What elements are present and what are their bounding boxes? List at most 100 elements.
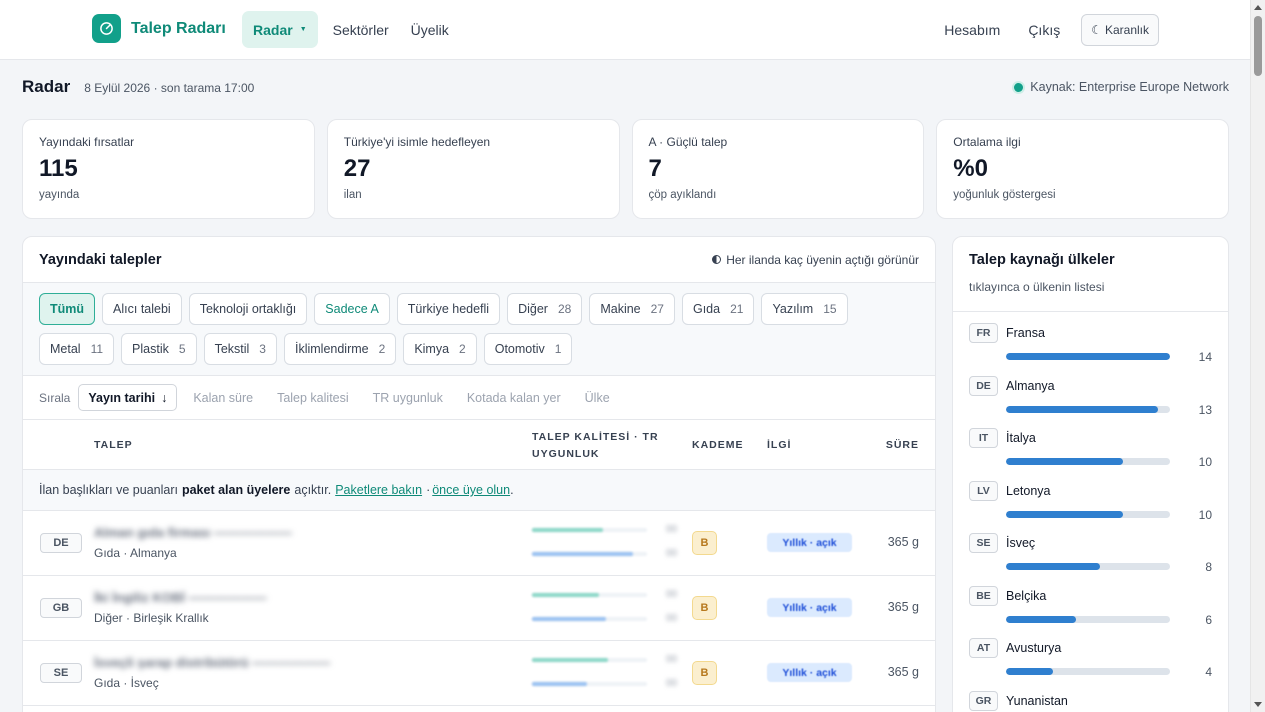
sort-active-label: Yayın tarihi (88, 390, 156, 405)
stat-card-strong: A · Güçlü talep 7 çöp ayıklandı (631, 119, 925, 219)
sort-option[interactable]: Talep kalitesi (265, 391, 361, 405)
filter-chip[interactable]: Türkiye hedefli (396, 293, 501, 325)
filter-chip[interactable]: Alıcı talebi (102, 293, 182, 325)
country-count: 8 (1205, 560, 1212, 574)
sort-option[interactable]: Kotada kalan yer (455, 391, 573, 405)
country-count: 10 (1198, 507, 1212, 522)
filter-chip-label: Plastik (132, 342, 169, 356)
column-header-quality[interactable]: TALEP KALİTESİ · TR UYGUNLUK (532, 429, 659, 463)
sort-option[interactable]: Ülke (573, 391, 622, 405)
filter-chip[interactable]: Metal 11 (39, 333, 115, 365)
filter-chip[interactable]: Kimya 2 (403, 333, 477, 365)
country-item[interactable]: BE Belçika 6 (953, 575, 1228, 628)
scroll-down-icon[interactable] (1254, 702, 1262, 707)
interest-badge: Yıllık · açık (767, 533, 852, 552)
column-header-talep[interactable]: TALEP (94, 439, 133, 451)
filter-chip[interactable]: Gıda 21 (681, 293, 755, 325)
sort-arrow-icon: ↓ (161, 390, 168, 405)
filter-chip[interactable]: Yazılım 15 (761, 293, 848, 325)
table-row[interactable]: GB İki İngiliz KOBİ —————— Diğer · Birleşi… (23, 576, 935, 641)
filter-chip[interactable]: Teknoloji ortaklığı (188, 293, 308, 325)
request-title[interactable]: İsveçli şarap distribütörü —————— (94, 655, 330, 670)
country-item[interactable]: DE Almanya 13 (953, 365, 1228, 418)
country-item[interactable]: AT Avusturya 4 (953, 627, 1228, 680)
request-meta: Gıda · Almanya (94, 546, 177, 560)
tier-badge: B (692, 596, 717, 620)
filter-chip[interactable]: Plastik 5 (121, 333, 197, 365)
filter-chip[interactable]: Otomotiv 1 (483, 333, 573, 365)
country-item[interactable]: FR Fransa 14 (953, 312, 1228, 365)
filter-chip[interactable]: Makine 27 (589, 293, 675, 325)
panel-note: Her ilanda kaç üyenin açtığı görünür (712, 253, 919, 267)
request-title[interactable]: Alman gıda firması —————— (94, 525, 292, 540)
panel-note-text: Her ilanda kaç üyenin açtığı görünür (726, 252, 919, 267)
country-item[interactable]: LV Letonya 10 (953, 470, 1228, 523)
score-value: 00 (666, 548, 678, 559)
tier-badge: B (692, 531, 717, 555)
country-item[interactable]: IT İtalya 10 (953, 417, 1228, 470)
stat-value: 7 (648, 155, 662, 182)
duration-value: 365 g (887, 535, 919, 549)
page-header: Radar 8 Eylül 2026 · son tarama 17:00 Ka… (22, 77, 1229, 97)
nav-radar[interactable]: Radar ▼ (242, 11, 318, 48)
sort-option[interactable]: TR uygunluk (361, 391, 455, 405)
stat-value: 115 (39, 155, 78, 182)
packages-link[interactable]: Paketlere bakın (335, 483, 422, 497)
quality-bar (532, 593, 599, 597)
table-row[interactable]: DE Alman gıda firması —————— Gıda · Almany… (23, 511, 935, 576)
filter-chip-label: Türkiye hedefli (407, 302, 490, 316)
country-item[interactable]: SE İsveç 8 (953, 522, 1228, 575)
filter-chip[interactable]: Sadece A (314, 293, 390, 325)
theme-toggle-button[interactable]: ☾ Karanlık (1081, 14, 1159, 46)
scroll-up-icon[interactable] (1254, 5, 1262, 10)
country-name: Fransa (1006, 326, 1045, 340)
column-header-interest[interactable]: İLGİ (767, 439, 791, 451)
filter-chip[interactable]: Diğer 28 (507, 293, 583, 325)
filter-chip-count: 3 (259, 342, 266, 356)
column-header-tier[interactable]: KADEME (692, 439, 744, 451)
signup-link[interactable]: önce üye olun (432, 483, 510, 497)
duration-value: 365 g (887, 600, 919, 614)
page-scrollbar[interactable] (1250, 0, 1265, 712)
column-header-quality-line1: TALEP KALİTESİ · TR (532, 431, 659, 443)
status-dot-icon (1014, 82, 1024, 92)
country-bar (1006, 353, 1170, 360)
request-list: DE Alman gıda firması —————— Gıda · Almany… (23, 511, 935, 706)
filter-chip[interactable]: Tekstil 3 (203, 333, 277, 365)
filter-chip-count: 21 (730, 302, 744, 316)
country-code-badge: IT (969, 428, 998, 448)
country-name: Belçika (1006, 588, 1047, 603)
nav-sektorler[interactable]: Sektörler (322, 11, 400, 48)
scroll-thumb[interactable] (1254, 16, 1262, 76)
sort-option-active[interactable]: Yayın tarihi ↓ (78, 384, 178, 411)
column-header-duration[interactable]: SÜRE (886, 439, 919, 451)
stat-label: Türkiye'yi isimle hedefleyen (343, 135, 491, 149)
country-count: 14 (1198, 350, 1212, 364)
notice-separator: · (426, 483, 431, 497)
filter-chip[interactable]: İklimlendirme 2 (283, 333, 397, 365)
filter-chips: Tümü Alıcı talebi Teknoloji ortaklığı Sadec… (23, 283, 935, 376)
nav-uyelik[interactable]: Üyelik (400, 11, 460, 48)
account-link[interactable]: Hesabım (930, 13, 1014, 47)
filter-chip-label: Makine (600, 302, 641, 316)
stat-label: Yayındaki fırsatlar (39, 135, 135, 149)
panel-title: Yayındaki talepler (39, 251, 162, 268)
filter-chip[interactable]: Tümü (39, 293, 96, 325)
source-label: Kaynak: Enterprise Europe Network (1030, 80, 1229, 94)
country-count: 10 (1198, 455, 1212, 469)
notice-text: İlan başlıkları ve puanları (39, 483, 178, 497)
sort-option[interactable]: Kalan süre (181, 391, 265, 405)
request-title[interactable]: İki İngiliz KOBİ —————— (94, 590, 267, 605)
nav-radar-label: Radar (253, 21, 293, 38)
brand[interactable]: Talep Radarı (92, 14, 226, 43)
stat-value: 27 (343, 155, 371, 182)
filter-chip-count: 15 (823, 302, 837, 316)
stat-sub: çöp ayıklandı (648, 189, 717, 201)
filter-chip-label: Tekstil (214, 342, 250, 356)
country-bar-track (1006, 615, 1170, 623)
table-row[interactable]: SE İsveçli şarap distribütörü —————— Gıda … (23, 641, 935, 706)
filter-chip-label: Kimya (414, 342, 450, 356)
country-item[interactable]: GRYunanistan4 (953, 680, 1228, 712)
logout-link[interactable]: Çıkış (1014, 13, 1074, 47)
filter-chip-label: Gıda (692, 302, 721, 316)
